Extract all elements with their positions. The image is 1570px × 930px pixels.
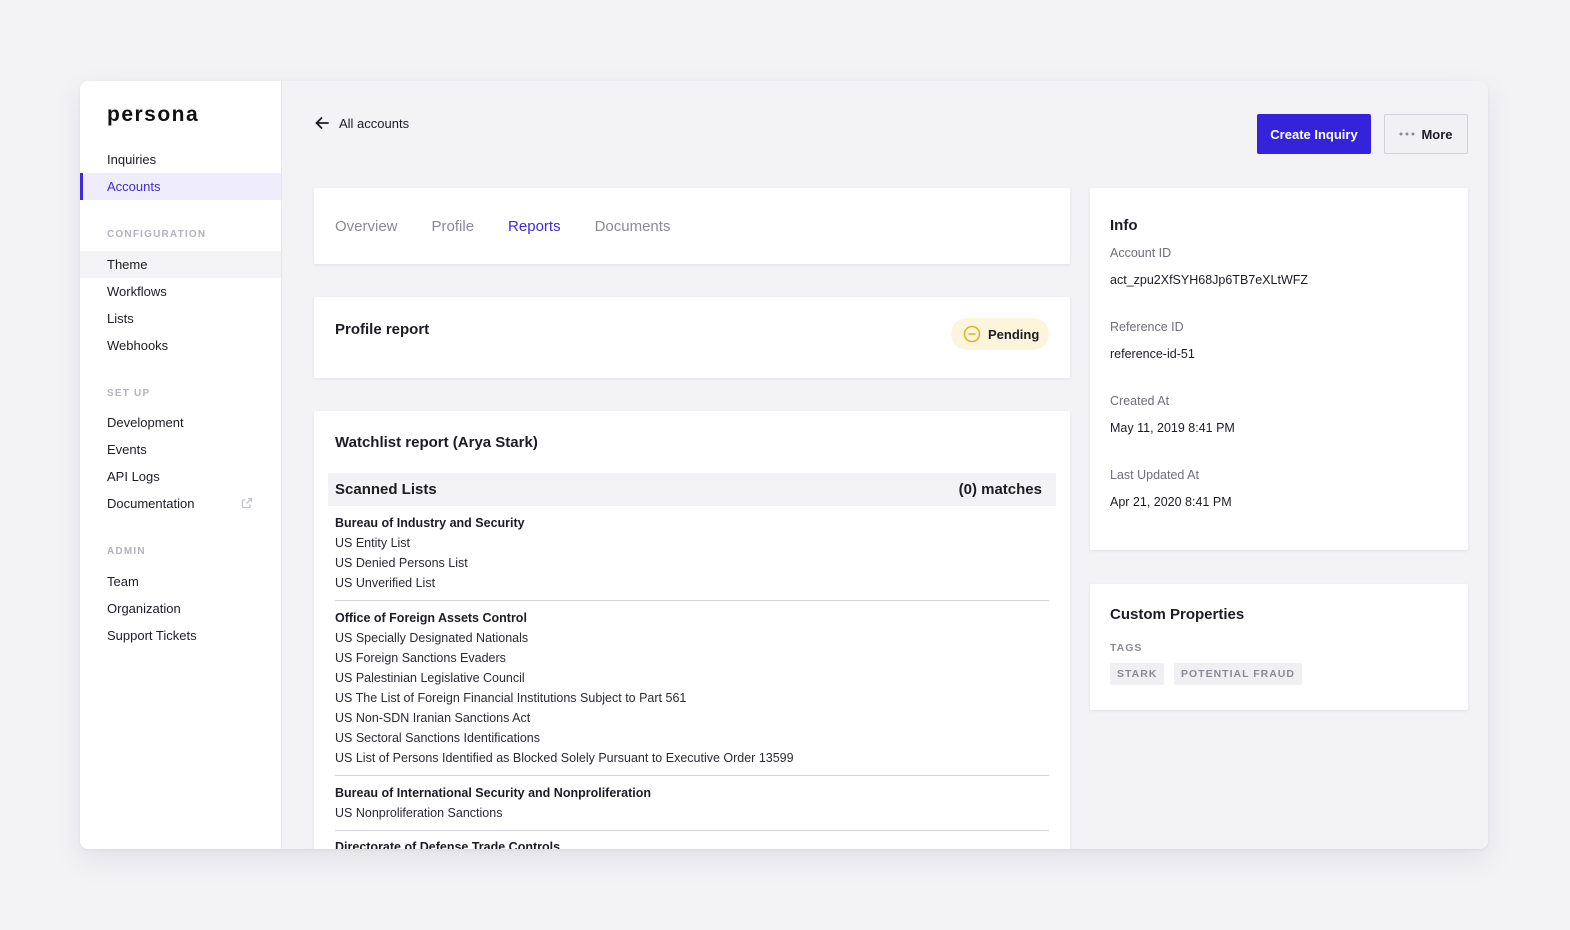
sidebar-section-admin: ADMIN: [107, 546, 146, 557]
scanned-lists-header: Scanned Lists (0) matches: [328, 473, 1056, 506]
tab-overview[interactable]: Overview: [335, 218, 398, 235]
more-label: More: [1421, 126, 1453, 142]
tab-profile[interactable]: Profile: [432, 218, 475, 235]
sidebar-section-configuration: CONFIGURATION: [107, 229, 207, 240]
list-item: US Unverified List: [335, 576, 436, 590]
list-item: US Denied Persons List: [335, 556, 468, 570]
sidebar-item-label: Lists: [107, 311, 134, 326]
list-item: US Specially Designated Nationals: [335, 631, 529, 645]
status-label: Pending: [988, 326, 1040, 342]
last-updated-label: Last Updated At: [1110, 468, 1199, 482]
account-id-value: act_zpu2XfSYH68Jp6TB7eXLtWFZ: [1110, 273, 1309, 287]
sidebar-item-label: API Logs: [107, 469, 160, 484]
more-dots-icon: [1399, 132, 1415, 136]
profile-report-title: Profile report: [335, 321, 430, 338]
sidebar-item-label: Workflows: [107, 284, 167, 299]
list-group: Bureau of Industry and Security US Entit…: [335, 513, 1049, 593]
list-item: US Palestinian Legislative Council: [335, 671, 525, 685]
list-group: Office of Foreign Assets Control US Spec…: [335, 608, 1049, 768]
list-item: US Foreign Sanctions Evaders: [335, 651, 506, 665]
sidebar-item-events[interactable]: Events: [80, 436, 281, 463]
divider: [335, 830, 1049, 831]
more-button[interactable]: More: [1384, 114, 1468, 154]
sidebar-item-label: Team: [107, 574, 139, 589]
sidebar-item-label: Support Tickets: [107, 628, 197, 643]
sidebar-item-organization[interactable]: Organization: [80, 595, 281, 622]
account-id-label: Account ID: [1110, 246, 1172, 260]
divider: [335, 600, 1049, 601]
reference-id-value: reference-id-51: [1110, 347, 1195, 361]
sidebar-item-label: Inquiries: [107, 152, 157, 167]
custom-properties-title: Custom Properties: [1110, 606, 1245, 623]
list-item: US The List of Foreign Financial Institu…: [335, 691, 687, 705]
sidebar-item-documentation[interactable]: Documentation: [80, 490, 281, 517]
info-title: Info: [1110, 217, 1138, 234]
sidebar-item-label: Development: [107, 415, 184, 430]
app-window: persona Inquiries Accounts CONFIGURATION…: [80, 81, 1488, 849]
list-item: US Nonproliferation Sanctions: [335, 806, 503, 820]
sidebar-item-support-tickets[interactable]: Support Tickets: [80, 622, 281, 649]
external-link-icon: [241, 497, 253, 509]
profile-report-card[interactable]: Profile report Pending: [314, 297, 1070, 378]
sidebar-item-accounts[interactable]: Accounts: [80, 173, 281, 200]
list-group: Directorate of Defense Trade Controls: [335, 837, 1049, 849]
persona-logo[interactable]: persona: [107, 103, 199, 127]
pending-icon: [963, 325, 981, 343]
reference-id-label: Reference ID: [1110, 320, 1184, 334]
created-at-label: Created At: [1110, 394, 1170, 408]
list-group-title: Bureau of Industry and Security: [335, 516, 525, 530]
list-item: US List of Persons Identified as Blocked…: [335, 751, 794, 765]
status-badge: Pending: [951, 318, 1049, 350]
created-at-value: May 11, 2019 8:41 PM: [1110, 421, 1235, 435]
list-item: US Sectoral Sanctions Identifications: [335, 731, 540, 745]
sidebar-item-label: Organization: [107, 601, 181, 616]
list-item: US Non-SDN Iranian Sanctions Act: [335, 711, 531, 725]
list-group-title: Bureau of International Security and Non…: [335, 786, 652, 800]
account-tabs: Overview Profile Reports Documents: [314, 188, 1070, 264]
sidebar-item-workflows[interactable]: Workflows: [80, 278, 281, 305]
sidebar-item-label: Events: [107, 442, 147, 457]
tab-reports[interactable]: Reports: [508, 218, 561, 235]
divider: [335, 775, 1049, 776]
back-to-accounts-link[interactable]: All accounts: [314, 115, 409, 131]
list-group-title: Directorate of Defense Trade Controls: [335, 840, 561, 849]
sidebar-item-label: Documentation: [107, 496, 195, 511]
arrow-left-icon: [315, 117, 329, 129]
sidebar-item-inquiries[interactable]: Inquiries: [80, 146, 281, 173]
watchlist-report-card: Watchlist report (Arya Stark) Scanned Li…: [314, 411, 1070, 849]
sidebar-item-label: Accounts: [107, 179, 161, 194]
tag-chip[interactable]: STARK: [1110, 663, 1165, 685]
sidebar-item-webhooks[interactable]: Webhooks: [80, 332, 281, 359]
sidebar-item-api-logs[interactable]: API Logs: [80, 463, 281, 490]
list-group-title: Office of Foreign Assets Control: [335, 611, 527, 625]
sidebar-item-label: Webhooks: [107, 338, 169, 353]
tab-documents[interactable]: Documents: [595, 218, 671, 235]
sidebar-item-development[interactable]: Development: [80, 409, 281, 436]
tag-chip[interactable]: POTENTIAL FRAUD: [1174, 663, 1302, 685]
sidebar-section-setup: SET UP: [107, 388, 151, 399]
custom-properties-card: Custom Properties TAGS STARK POTENTIAL F…: [1090, 584, 1468, 710]
tags-label: TAGS: [1110, 642, 1143, 654]
last-updated-value: Apr 21, 2020 8:41 PM: [1110, 495, 1232, 509]
matches-count: (0) matches: [958, 481, 1042, 498]
sidebar-item-theme[interactable]: Theme: [80, 251, 281, 278]
list-item: US Entity List: [335, 536, 411, 550]
sidebar-item-team[interactable]: Team: [80, 568, 281, 595]
sidebar-item-label: Theme: [107, 257, 148, 272]
back-label: All accounts: [339, 115, 410, 131]
info-card: Info Account ID act_zpu2XfSYH68Jp6TB7eXL…: [1090, 188, 1468, 550]
sidebar-item-lists[interactable]: Lists: [80, 305, 281, 332]
scanned-lists-label: Scanned Lists: [335, 481, 437, 498]
list-group: Bureau of International Security and Non…: [335, 783, 1049, 823]
sidebar: persona Inquiries Accounts CONFIGURATION…: [80, 81, 282, 849]
create-inquiry-button[interactable]: Create Inquiry: [1257, 114, 1371, 154]
watchlist-report-title: Watchlist report (Arya Stark): [335, 434, 538, 451]
